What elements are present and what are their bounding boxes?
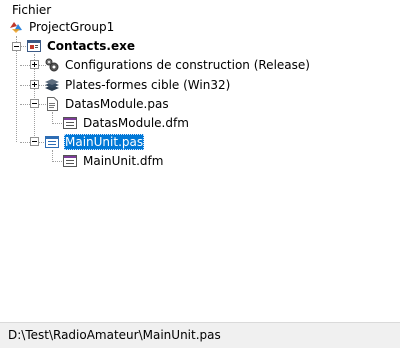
project-manager-panel: Fichier ProjectGroup1 Contacts.exe Confi… — [0, 0, 400, 348]
tree-item-label: Plates-formes cible (Win32) — [65, 78, 231, 92]
gears-icon — [44, 57, 60, 73]
tree-item-label: DatasModule.pas — [65, 97, 169, 111]
tree-item-project-group[interactable]: ProjectGroup1 — [8, 18, 115, 36]
dfm-file-icon — [62, 153, 78, 169]
tree-item-label: Configurations de construction (Release) — [65, 58, 310, 72]
pas-file-icon — [44, 96, 60, 112]
tree-item-build-configurations[interactable]: Configurations de construction (Release) — [44, 56, 311, 74]
pas-file-icon — [44, 134, 60, 150]
tree-item-main-unit-pas[interactable]: MainUnit.pas — [44, 133, 145, 151]
collapse-icon[interactable] — [12, 42, 21, 51]
tree-item-label: ProjectGroup1 — [29, 20, 115, 34]
tree-item-datas-module-dfm[interactable]: DatasModule.dfm — [62, 114, 190, 132]
tree-line — [16, 36, 17, 142]
tree-item-label: Contacts.exe — [47, 39, 135, 53]
tree-item-label-selected: MainUnit.pas — [64, 134, 145, 150]
collapse-icon[interactable] — [30, 99, 39, 108]
platforms-icon — [44, 77, 60, 93]
project-exe-icon — [26, 38, 42, 54]
status-path: D:\Test\RadioAmateur\MainUnit.pas — [8, 328, 221, 342]
tree-item-target-platforms[interactable]: Plates-formes cible (Win32) — [44, 76, 231, 94]
tree-item-project[interactable]: Contacts.exe — [26, 37, 136, 55]
expand-icon[interactable] — [30, 60, 39, 69]
expand-icon[interactable] — [30, 80, 39, 89]
tree-item-main-unit-dfm[interactable]: MainUnit.dfm — [62, 152, 164, 170]
project-group-icon — [8, 19, 24, 35]
project-tree: ProjectGroup1 Contacts.exe Configuration… — [0, 0, 400, 320]
tree-item-label: MainUnit.dfm — [83, 154, 164, 168]
tree-item-label: DatasModule.dfm — [83, 116, 189, 130]
collapse-icon[interactable] — [30, 137, 39, 146]
status-bar: D:\Test\RadioAmateur\MainUnit.pas — [0, 322, 400, 348]
dfm-file-icon — [62, 115, 78, 131]
tree-item-datas-module-pas[interactable]: DatasModule.pas — [44, 95, 170, 113]
